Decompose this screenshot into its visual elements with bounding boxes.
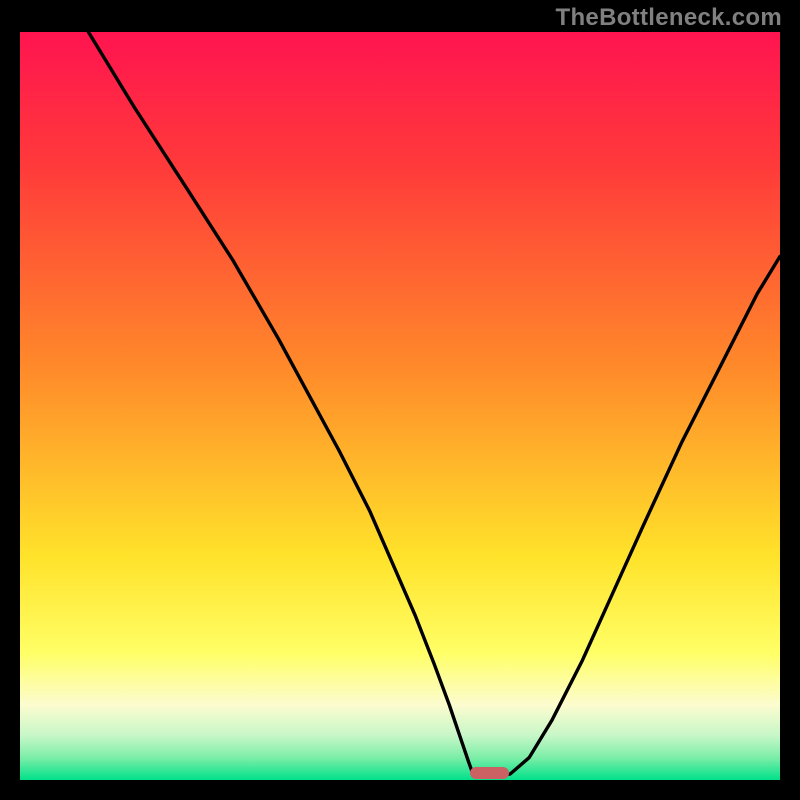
curve-path [88, 32, 780, 776]
plot-area [20, 32, 780, 780]
bottleneck-curve [20, 32, 780, 780]
watermark-text: TheBottleneck.com [556, 4, 782, 32]
optimal-point-marker [470, 767, 510, 779]
chart-frame: TheBottleneck.com [0, 0, 800, 800]
